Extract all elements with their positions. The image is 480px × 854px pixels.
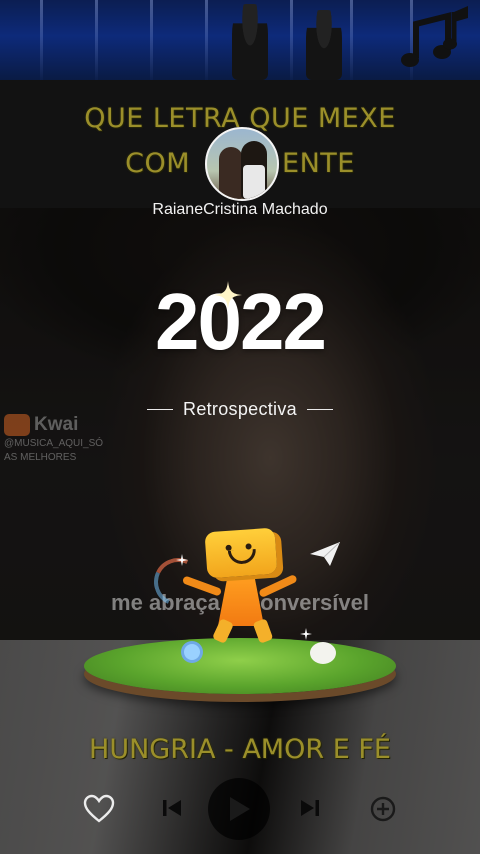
- kwai-handle-1: @MUSICA_AQUI_SÓ: [4, 438, 104, 449]
- kwai-brand: Kwai: [34, 414, 79, 435]
- song-title: HUNGRIA - AMOR E FÉ: [89, 734, 391, 765]
- app-screen: QUE LETRA QUE MEXE COM ENTE RaianeCristin…: [0, 0, 480, 854]
- next-button[interactable]: [296, 794, 324, 822]
- recap-label: Retrospectiva: [183, 398, 297, 419]
- previous-button[interactable]: [158, 794, 186, 822]
- lyric-line-2-left: COM: [125, 148, 191, 179]
- sparkle-icon: [214, 281, 242, 309]
- profile-avatar[interactable]: [205, 127, 279, 201]
- heart-icon: [83, 794, 115, 823]
- sparkle-small-icon: [176, 554, 188, 566]
- music-note-icon: [401, 6, 468, 67]
- divider-left: [147, 408, 174, 410]
- next-icon: [301, 800, 319, 816]
- play-icon: [230, 797, 250, 821]
- bird-decoration: [310, 642, 336, 664]
- robot-head: [204, 527, 278, 579]
- like-button[interactable]: [82, 792, 116, 826]
- lyric-line-2-right: ENTE: [282, 148, 355, 179]
- grass-island: [84, 638, 396, 694]
- divider-right: [306, 408, 333, 410]
- play-button[interactable]: [208, 778, 270, 840]
- profile-name[interactable]: RaianeCristina Machado: [0, 201, 480, 219]
- more-icon: [370, 796, 396, 822]
- kwai-handle-2: AS MELHORES: [4, 452, 77, 463]
- previous-icon: [163, 800, 181, 816]
- stage-photo: [0, 0, 480, 80]
- kwai-watermark: Kwai @MUSICA_AQUI_SÓ AS MELHORES: [4, 414, 103, 464]
- sparkle-small-icon: [300, 628, 312, 640]
- robot-island-illustration: [78, 520, 408, 700]
- more-button[interactable]: [366, 792, 400, 826]
- player-controls: [0, 776, 480, 840]
- paper-plane-icon: [310, 542, 340, 566]
- kwai-logo-icon: [4, 414, 30, 436]
- flower-decoration: [184, 644, 200, 660]
